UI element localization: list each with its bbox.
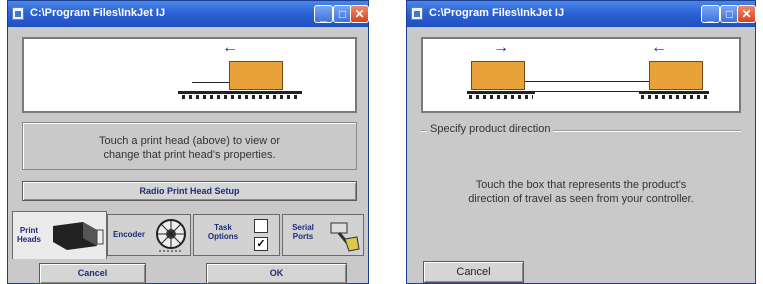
tab-serial-ports[interactable]: Serial Ports [282, 214, 364, 256]
direction-diagram: → ← [421, 37, 741, 113]
tab-task-options-label: Task Options [207, 223, 239, 241]
tab-task-options[interactable]: Task Options ✓ [193, 214, 280, 256]
minimize-button[interactable]: _ [701, 5, 720, 23]
prompt-line-1: Touch a print head (above) to view or [99, 135, 280, 147]
title-bar[interactable]: C:\Program Files\InkJet IJ _ □ ✕ [8, 1, 369, 27]
product-box-left[interactable] [471, 61, 525, 90]
instruction-line-2: direction of travel as seen from your co… [468, 193, 694, 205]
print-head-icon [53, 222, 104, 250]
close-button[interactable]: ✕ [737, 5, 756, 23]
product-direction-window: C:\Program Files\InkJet IJ _ □ ✕ → ← Spe… [406, 0, 756, 284]
close-button[interactable]: ✕ [350, 5, 369, 23]
conveyor-belt [178, 91, 302, 94]
conveyor-rollers-left [469, 95, 533, 99]
group-label: Specify product direction [427, 123, 554, 135]
window-title: C:\Program Files\InkJet IJ [30, 7, 166, 19]
title-bar[interactable]: C:\Program Files\InkJet IJ _ □ ✕ [407, 1, 756, 27]
cancel-button[interactable]: Cancel [423, 261, 524, 283]
serial-cable-icon [330, 222, 360, 252]
checkbox-empty-icon [254, 219, 268, 233]
line [525, 81, 649, 82]
window-title: C:\Program Files\InkJet IJ [429, 7, 565, 19]
ok-button[interactable]: OK [206, 263, 347, 284]
tab-print-heads[interactable]: Print Heads [12, 211, 107, 259]
prompt-line-2: change that print head's properties. [103, 149, 276, 161]
minimize-button[interactable]: _ [314, 5, 333, 23]
app-icon [12, 7, 24, 20]
radio-print-head-setup-button[interactable]: Radio Print Head Setup [22, 181, 357, 201]
tab-print-heads-label: Print Heads [16, 226, 41, 244]
right-arrow-icon: → [493, 39, 509, 56]
left-arrow-icon: ← [651, 39, 667, 56]
product-box-right[interactable] [649, 61, 703, 90]
tab-serial-ports-label: Serial Ports [292, 223, 314, 241]
tab-encoder-label: Encoder [112, 230, 145, 239]
checkbox-checked-icon: ✓ [254, 237, 268, 251]
cancel-button[interactable]: Cancel [39, 263, 146, 284]
print-head-box[interactable] [229, 61, 283, 90]
conveyor-belt-left [467, 91, 535, 94]
tab-encoder[interactable]: Encoder [107, 214, 191, 256]
prompt-panel: Touch a print head (above) to view or ch… [22, 122, 357, 170]
conveyor-rollers-right [641, 95, 707, 99]
conveyor-belt-right [639, 91, 709, 94]
instruction-line-1: Touch the box that represents the produc… [475, 179, 687, 191]
left-arrow-icon: ← [222, 39, 238, 56]
encoder-wheel-icon [156, 219, 186, 252]
app-icon [411, 7, 423, 20]
print-head-diagram[interactable]: ← [22, 37, 357, 113]
print-head-window: C:\Program Files\InkJet IJ _ □ ✕ ← Touch… [7, 0, 369, 284]
conveyor-rollers [182, 95, 298, 99]
